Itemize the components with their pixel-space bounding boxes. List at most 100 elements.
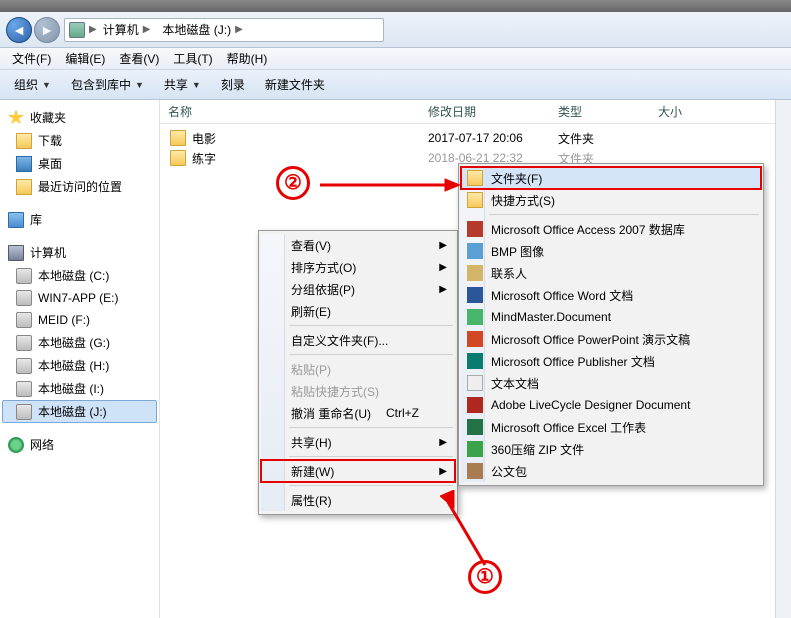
window-titlebar[interactable]	[0, 0, 791, 12]
ctx-sort[interactable]: 排序方式(O)▶	[261, 256, 455, 278]
menu-edit[interactable]: 编辑(E)	[59, 48, 111, 69]
ctx-new-adobe[interactable]: Adobe LiveCycle Designer Document	[461, 394, 761, 416]
word-icon	[467, 287, 483, 303]
drive-icon	[16, 381, 32, 397]
ctx-new-excel[interactable]: Microsoft Office Excel 工作表	[461, 416, 761, 438]
sidebar-drive-f[interactable]: MEID (F:)	[2, 309, 157, 331]
tool-organize-label: 组织	[14, 76, 38, 93]
sidebar: 收藏夹 下载 桌面 最近访问的位置 库 计算机 本地磁盘 (C:) WIN7-A…	[0, 100, 160, 618]
briefcase-icon	[467, 463, 483, 479]
menu-help[interactable]: 帮助(H)	[221, 48, 274, 69]
chevron-right-icon: ▶	[439, 240, 447, 251]
sidebar-drive-c[interactable]: 本地磁盘 (C:)	[2, 264, 157, 287]
drive-icon	[16, 358, 32, 374]
ctx-new[interactable]: 新建(W)▶	[261, 460, 455, 482]
context-menu: 查看(V)▶ 排序方式(O)▶ 分组依据(P) ▶ 刷新(E) 自定义文件夹(F)…	[258, 230, 458, 515]
annotation-two: ②	[276, 166, 310, 200]
drive-icon	[69, 22, 85, 38]
computer-icon	[8, 245, 24, 261]
ctx-new-mindmaster[interactable]: MindMaster.Document	[461, 306, 761, 328]
chevron-right-icon[interactable]: ▶	[235, 24, 243, 35]
folder-icon	[170, 130, 186, 146]
menu-file[interactable]: 文件(F)	[6, 48, 57, 69]
breadcrumb-root[interactable]: 计算机▶	[97, 21, 157, 38]
ctx-refresh[interactable]: 刷新(E)	[261, 300, 455, 322]
menu-tools[interactable]: 工具(T)	[167, 48, 218, 69]
nav-row: ◄ ► ▶ 计算机▶ 本地磁盘 (J:)▶	[0, 12, 791, 48]
sidebar-net-header-label: 网络	[30, 436, 54, 453]
ctx-hotkey: Ctrl+Z	[386, 406, 419, 420]
ctx-undo[interactable]: 撤消 重命名(U)Ctrl+Z	[261, 402, 455, 424]
col-size[interactable]: 大小	[650, 103, 730, 120]
zip-icon	[467, 441, 483, 457]
access-icon	[467, 221, 483, 237]
row-name: 电影	[192, 130, 216, 147]
sidebar-fav-header[interactable]: 收藏夹	[2, 106, 157, 129]
chevron-right-icon[interactable]: ▶	[89, 24, 97, 35]
forward-button[interactable]: ►	[34, 17, 60, 43]
sidebar-drive-j[interactable]: 本地磁盘 (J:)	[2, 400, 157, 423]
sidebar-item-label: 本地磁盘 (G:)	[38, 334, 110, 351]
ctx-label: 新建(W)	[291, 463, 334, 480]
ctx-label: Microsoft Office Access 2007 数据库	[491, 221, 685, 238]
table-row[interactable]: 电影 2017-07-17 20:06 文件夹	[160, 128, 791, 148]
chevron-right-icon: ▶	[439, 262, 447, 273]
ctx-label: 分组依据(P)	[291, 281, 355, 298]
sidebar-item-label: 桌面	[38, 155, 62, 172]
tool-share[interactable]: 共享▼	[156, 73, 209, 96]
breadcrumb-path[interactable]: 本地磁盘 (J:)▶	[156, 21, 248, 38]
sidebar-net-header[interactable]: 网络	[2, 433, 157, 456]
sidebar-drive-h[interactable]: 本地磁盘 (H:)	[2, 354, 157, 377]
ctx-new-contact[interactable]: 联系人	[461, 262, 761, 284]
ctx-new-folder[interactable]: 文件夹(F)	[461, 167, 761, 189]
tool-newfolder[interactable]: 新建文件夹	[257, 73, 333, 96]
col-name[interactable]: 名称	[160, 103, 420, 120]
ctx-new-shortcut[interactable]: 快捷方式(S)	[461, 189, 761, 211]
col-type[interactable]: 类型	[550, 103, 650, 120]
sidebar-lib-header[interactable]: 库	[2, 208, 157, 231]
ctx-new-ppt[interactable]: Microsoft Office PowerPoint 演示文稿	[461, 328, 761, 350]
excel-icon	[467, 419, 483, 435]
ctx-new-bmp[interactable]: BMP 图像	[461, 240, 761, 262]
ctx-new-zip[interactable]: 360压缩 ZIP 文件	[461, 438, 761, 460]
sidebar-drive-g[interactable]: 本地磁盘 (G:)	[2, 331, 157, 354]
sidebar-fav-header-label: 收藏夹	[30, 109, 66, 126]
sidebar-item-label: 本地磁盘 (C:)	[38, 267, 109, 284]
sidebar-pc-header[interactable]: 计算机	[2, 241, 157, 264]
column-headers: 名称 修改日期 类型 大小	[160, 100, 791, 124]
tool-burn[interactable]: 刻录	[213, 73, 253, 96]
ctx-share[interactable]: 共享(H)▶	[261, 431, 455, 453]
vertical-scrollbar[interactable]	[775, 100, 791, 618]
ctx-new-briefcase[interactable]: 公文包	[461, 460, 761, 482]
ctx-group[interactable]: 分组依据(P) ▶	[261, 278, 455, 300]
menu-bar: 文件(F) 编辑(E) 查看(V) 工具(T) 帮助(H)	[0, 48, 791, 70]
chevron-right-icon: ▶	[439, 284, 447, 295]
ctx-view[interactable]: 查看(V)▶	[261, 234, 455, 256]
sidebar-item-label: 最近访问的位置	[38, 178, 122, 195]
sidebar-item-label: 本地磁盘 (I:)	[38, 380, 104, 397]
ctx-new-publisher[interactable]: Microsoft Office Publisher 文档	[461, 350, 761, 372]
ctx-new-access[interactable]: Microsoft Office Access 2007 数据库	[461, 218, 761, 240]
ctx-new-word[interactable]: Microsoft Office Word 文档	[461, 284, 761, 306]
ctx-label: BMP 图像	[491, 243, 544, 260]
sidebar-drive-i[interactable]: 本地磁盘 (I:)	[2, 377, 157, 400]
sidebar-item-recent[interactable]: 最近访问的位置	[2, 175, 157, 198]
sidebar-item-desktop[interactable]: 桌面	[2, 152, 157, 175]
sidebar-libraries: 库	[2, 208, 157, 231]
ctx-properties[interactable]: 属性(R)	[261, 489, 455, 511]
back-button[interactable]: ◄	[6, 17, 32, 43]
sidebar-item-label: WIN7-APP (E:)	[38, 291, 118, 305]
sidebar-item-downloads[interactable]: 下载	[2, 129, 157, 152]
tool-include[interactable]: 包含到库中▼	[63, 73, 152, 96]
sidebar-pc-header-label: 计算机	[30, 244, 66, 261]
col-date[interactable]: 修改日期	[420, 103, 550, 120]
sidebar-drive-e[interactable]: WIN7-APP (E:)	[2, 287, 157, 309]
chevron-right-icon[interactable]: ▶	[143, 24, 151, 35]
recent-icon	[16, 179, 32, 195]
ctx-new-txt[interactable]: 文本文档	[461, 372, 761, 394]
publisher-icon	[467, 353, 483, 369]
tool-organize[interactable]: 组织▼	[6, 73, 59, 96]
menu-view[interactable]: 查看(V)	[113, 48, 165, 69]
breadcrumb[interactable]: ▶ 计算机▶ 本地磁盘 (J:)▶	[64, 18, 384, 42]
ctx-customize[interactable]: 自定义文件夹(F)...	[261, 329, 455, 351]
